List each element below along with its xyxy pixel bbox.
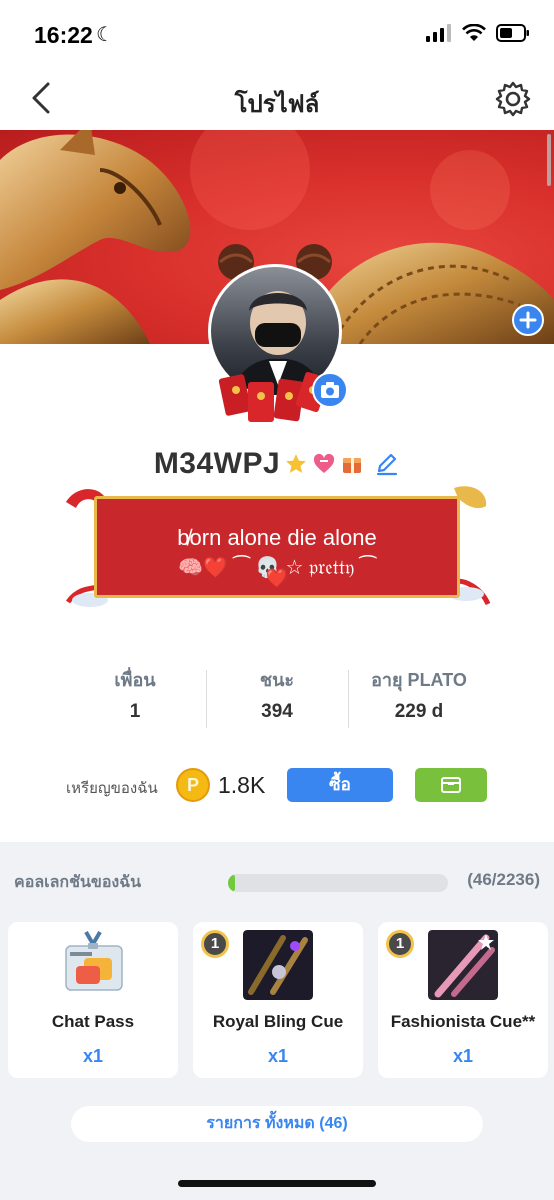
banner-scrollbar: [547, 134, 551, 186]
camera-icon: [321, 382, 339, 398]
coin-icon: P: [176, 768, 210, 802]
collection-card-royal-bling-cue[interactable]: 1 Royal Bling Cue x1: [193, 922, 363, 1078]
wallet-button[interactable]: [415, 768, 487, 802]
view-all-items-button[interactable]: รายการ ทั้งหมด (46): [71, 1106, 483, 1142]
stat-label: ชนะ: [259, 670, 295, 690]
collection-count: (46/2236): [467, 870, 540, 889]
wifi-icon: [462, 24, 486, 41]
username: M34WPJ: [153, 447, 281, 480]
collection-items: Chat Pass x1 1 Royal Bling Cue x1 1 Fash…: [8, 922, 548, 1078]
status-time: 16:22: [34, 22, 93, 48]
stat-label: อายุ PLATO: [371, 670, 467, 690]
moon-icon: ☾: [96, 24, 114, 46]
edit-pencil-icon[interactable]: [374, 451, 400, 477]
bio-text-line-3: ❤️: [265, 568, 289, 588]
item-level-badge: 1: [386, 930, 414, 958]
stats-row: เพื่อน 1 ชนะ 394 อายุ PLATO 229 d: [64, 668, 490, 730]
gear-icon[interactable]: [494, 80, 532, 118]
nav-bar: โปรไฟล์: [0, 68, 554, 130]
bio-banner: b̸orn alone die alone 🧠❤️ ⁀ 💀 ☆ 𝔭𝔯𝔢𝔱𝔱𝔶 ⁀…: [62, 482, 492, 612]
status-bar: 16:22 ☾: [0, 0, 554, 68]
coins-label: เหรียญของฉัน: [66, 780, 158, 797]
change-photo-button[interactable]: [312, 372, 348, 408]
signal-icon: [426, 24, 451, 42]
item-name: Royal Bling Cue: [212, 1012, 344, 1031]
stat-label: เพื่อน: [114, 670, 156, 690]
item-quantity: x1: [267, 1046, 289, 1066]
coin-balance: 1.8K: [218, 772, 266, 798]
stat-plato-age: อายุ PLATO 229 d: [348, 668, 490, 730]
username-row: M34WPJ: [0, 444, 554, 484]
page-title: โปรไฟล์: [234, 91, 320, 118]
add-cover-button[interactable]: [512, 304, 544, 336]
item-level-badge: 1: [201, 930, 229, 958]
coins-row: เหรียญของฉัน P 1.8K ซื้อ: [0, 766, 554, 804]
chat-pass-icon: [65, 930, 123, 991]
star-icon: [286, 454, 307, 473]
royal-cue-icon: [243, 930, 313, 1000]
heart-ribbon-icon: [314, 453, 335, 473]
profile-screen: 16:22 ☾ โปรไฟล์ M34WPJ b̸orn alone die a…: [0, 0, 554, 1200]
item-name: Chat Pass: [51, 1012, 135, 1031]
item-quantity: x1: [452, 1046, 474, 1066]
gift-box-icon: [343, 458, 362, 473]
coin-symbol: P: [186, 775, 199, 795]
stat-value: 394: [261, 701, 293, 722]
bio-text-line-1: b̸orn alone die alone: [177, 525, 377, 550]
item-quantity: x1: [82, 1046, 104, 1066]
collection-label: คอลเลกชันของฉัน: [14, 874, 142, 891]
stat-value: 229 d: [394, 701, 444, 722]
stat-value: 1: [129, 701, 141, 722]
collection-header: คอลเลกชันของฉัน (46/2236): [14, 868, 540, 892]
home-indicator[interactable]: [178, 1180, 376, 1187]
collection-card-fashionista-cue[interactable]: 1 Fashionista Cue** x1: [378, 922, 548, 1078]
status-icons: [426, 24, 530, 42]
buy-coins-button[interactable]: ซื้อ: [287, 768, 393, 802]
wallet-icon: [441, 777, 461, 793]
avatar[interactable]: [200, 240, 350, 436]
fashion-cue-icon: [428, 930, 498, 1000]
collection-progress-bar: [228, 874, 448, 892]
item-name: Fashionista Cue**: [390, 1012, 536, 1031]
collection-progress-fill: [228, 874, 235, 892]
stat-friends[interactable]: เพื่อน 1: [64, 668, 206, 730]
battery-icon: [496, 24, 529, 42]
collection-card-chat-pass[interactable]: Chat Pass x1: [8, 922, 178, 1078]
plus-icon: [519, 311, 537, 329]
stat-wins: ชนะ 394: [206, 668, 348, 730]
collection-section: คอลเลกชันของฉัน (46/2236) Chat Pass x1 1…: [0, 842, 554, 1200]
